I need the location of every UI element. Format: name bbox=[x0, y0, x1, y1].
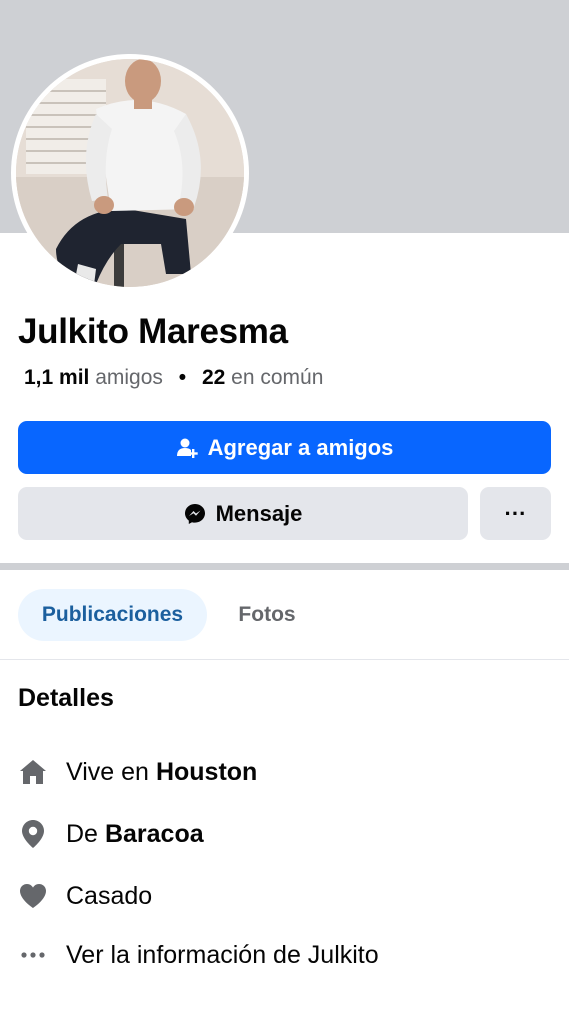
profile-photo-illustration bbox=[16, 59, 244, 287]
lives-in-place[interactable]: Houston bbox=[156, 758, 257, 787]
relationship-status: Casado bbox=[66, 881, 153, 910]
heart-icon bbox=[18, 881, 48, 911]
details-heading: Detalles bbox=[18, 684, 114, 712]
profile-picture[interactable] bbox=[16, 59, 244, 287]
mutual-friends-count: 22 bbox=[201, 366, 226, 389]
tab-photos[interactable]: Fotos bbox=[220, 589, 314, 641]
location-pin-icon bbox=[18, 819, 48, 849]
tabs-divider bbox=[0, 659, 569, 660]
see-more-info-link[interactable]: Ver la información de Julkito bbox=[18, 935, 379, 975]
lives-in-prefix: Vive en bbox=[66, 757, 149, 786]
tab-photos-label: Fotos bbox=[238, 603, 296, 626]
separator-dot: • bbox=[178, 366, 187, 389]
from-prefix: De bbox=[66, 819, 98, 848]
more-options-button[interactable]: ··· bbox=[480, 487, 551, 540]
home-icon bbox=[18, 757, 48, 787]
ellipsis-icon bbox=[18, 940, 48, 970]
profile-name: Julkito Maresma bbox=[18, 312, 288, 351]
see-more-info-label: Ver la información de Julkito bbox=[66, 940, 379, 969]
detail-lives-in[interactable]: Vive en Houston bbox=[18, 752, 257, 792]
detail-relationship: Casado bbox=[18, 876, 152, 916]
mutual-friends-label: en común bbox=[231, 366, 324, 389]
section-divider bbox=[0, 563, 569, 570]
friends-label: amigos bbox=[95, 366, 163, 389]
person-plus-icon bbox=[176, 437, 198, 459]
add-friend-label: Agregar a amigos bbox=[207, 434, 394, 460]
tab-posts-label: Publicaciones bbox=[41, 603, 184, 626]
profile-picture-frame bbox=[11, 54, 249, 292]
messenger-icon bbox=[184, 503, 206, 525]
ellipsis-icon: ··· bbox=[504, 500, 527, 526]
detail-from[interactable]: De Baracoa bbox=[18, 814, 204, 854]
friends-summary[interactable]: 1,1 mil amigos • 22 en común bbox=[24, 366, 323, 390]
from-place[interactable]: Baracoa bbox=[105, 820, 204, 849]
message-button[interactable]: Mensaje bbox=[18, 487, 468, 540]
add-friend-button[interactable]: Agregar a amigos bbox=[18, 421, 551, 474]
friends-count: 1,1 mil bbox=[24, 366, 90, 389]
message-label: Mensaje bbox=[215, 500, 303, 526]
tab-posts[interactable]: Publicaciones bbox=[18, 589, 207, 641]
